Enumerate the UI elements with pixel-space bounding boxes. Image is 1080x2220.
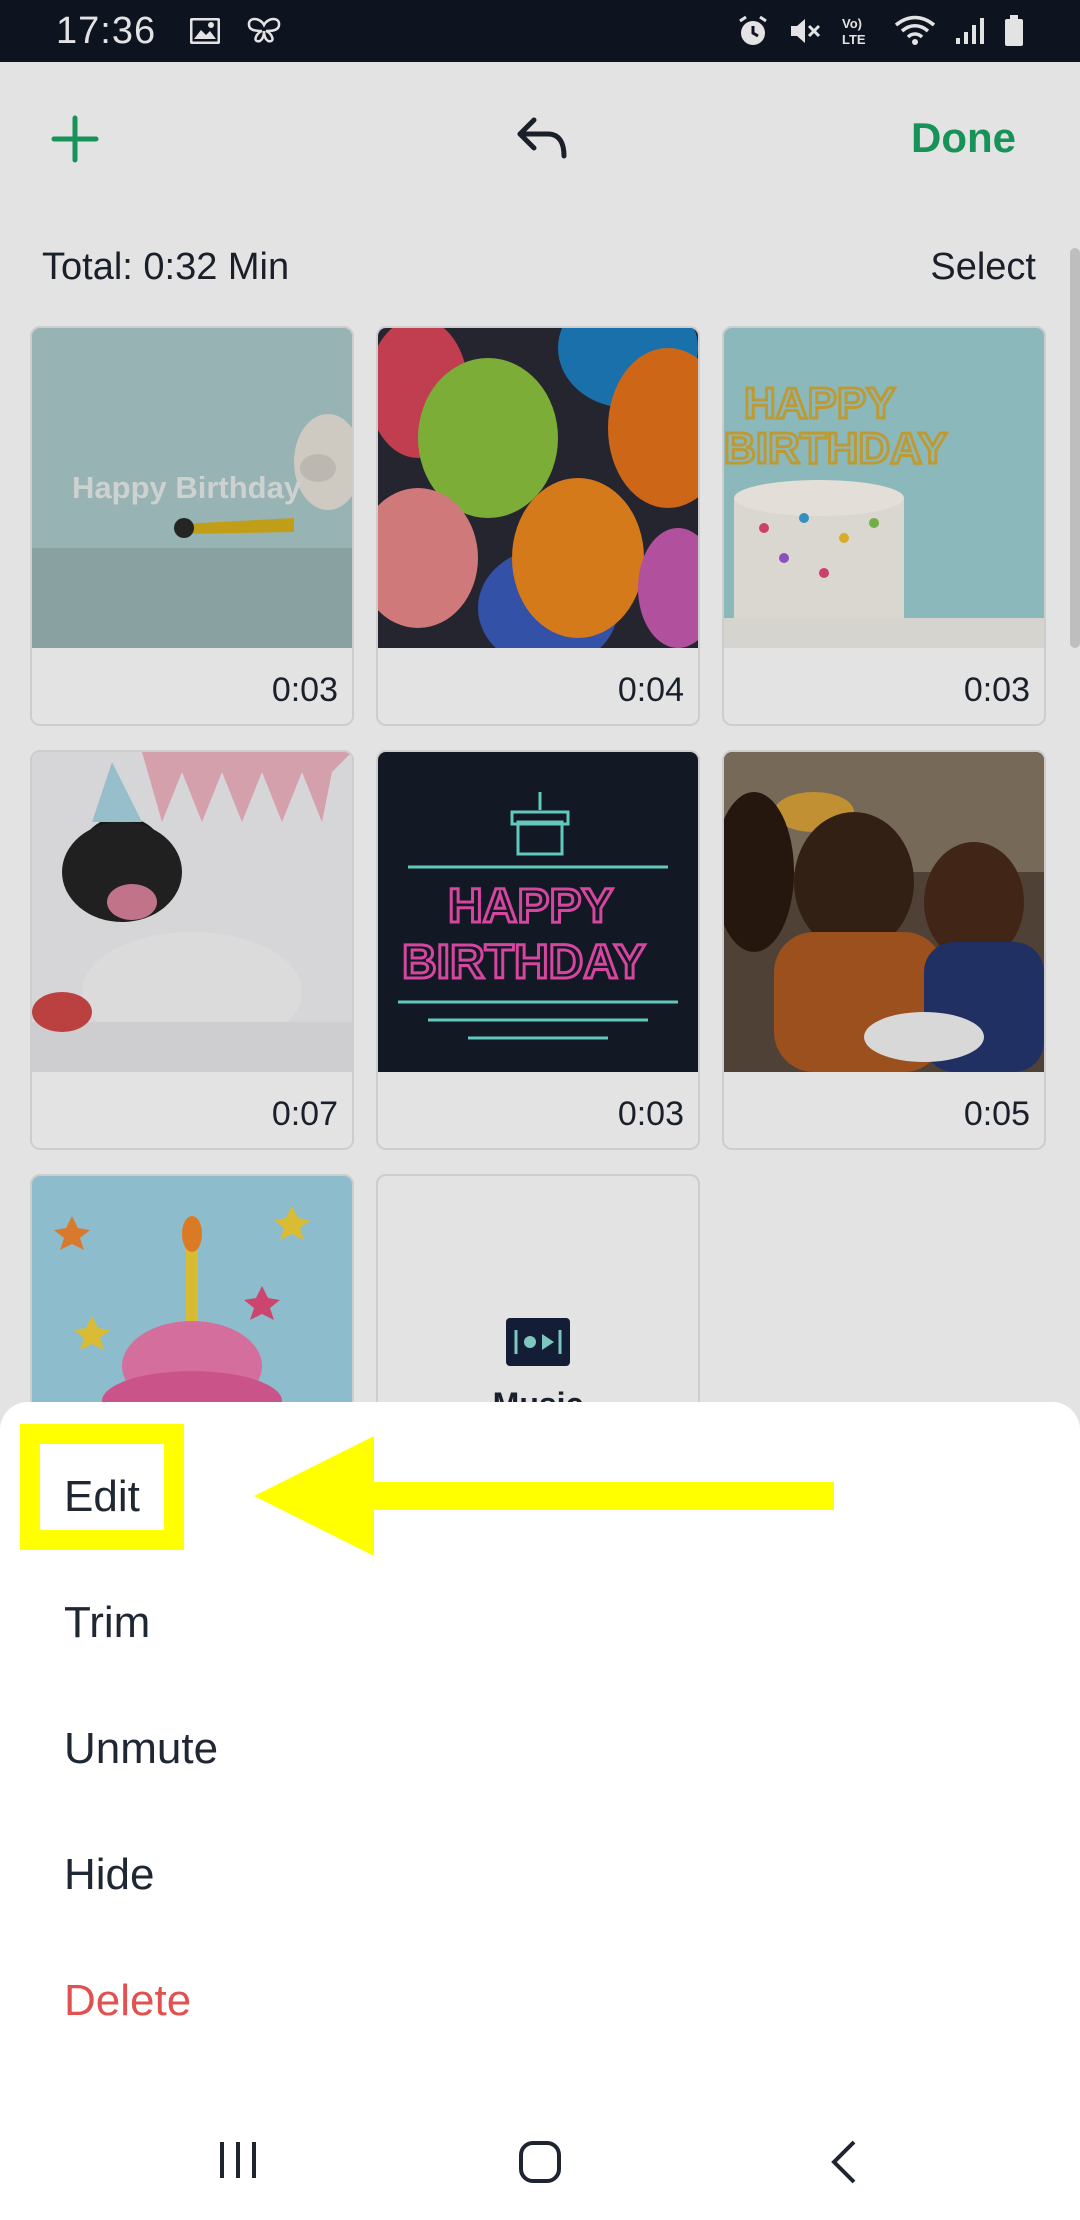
menu-item-delete[interactable]: Delete bbox=[64, 1976, 191, 2026]
menu-item-unmute[interactable]: Unmute bbox=[64, 1724, 218, 1774]
annotation-arrow-icon bbox=[254, 1436, 844, 1561]
annotation-highlight-box bbox=[20, 1424, 184, 1550]
home-icon[interactable] bbox=[518, 2140, 562, 2189]
clip-options-sheet: Edit Trim Unmute Hide Delete bbox=[0, 1402, 1080, 2220]
recents-icon[interactable] bbox=[218, 2140, 260, 2185]
system-nav-bar bbox=[0, 2100, 1080, 2220]
menu-item-hide[interactable]: Hide bbox=[64, 1850, 155, 1900]
back-icon[interactable] bbox=[828, 2140, 858, 2189]
menu-item-trim[interactable]: Trim bbox=[64, 1598, 150, 1648]
